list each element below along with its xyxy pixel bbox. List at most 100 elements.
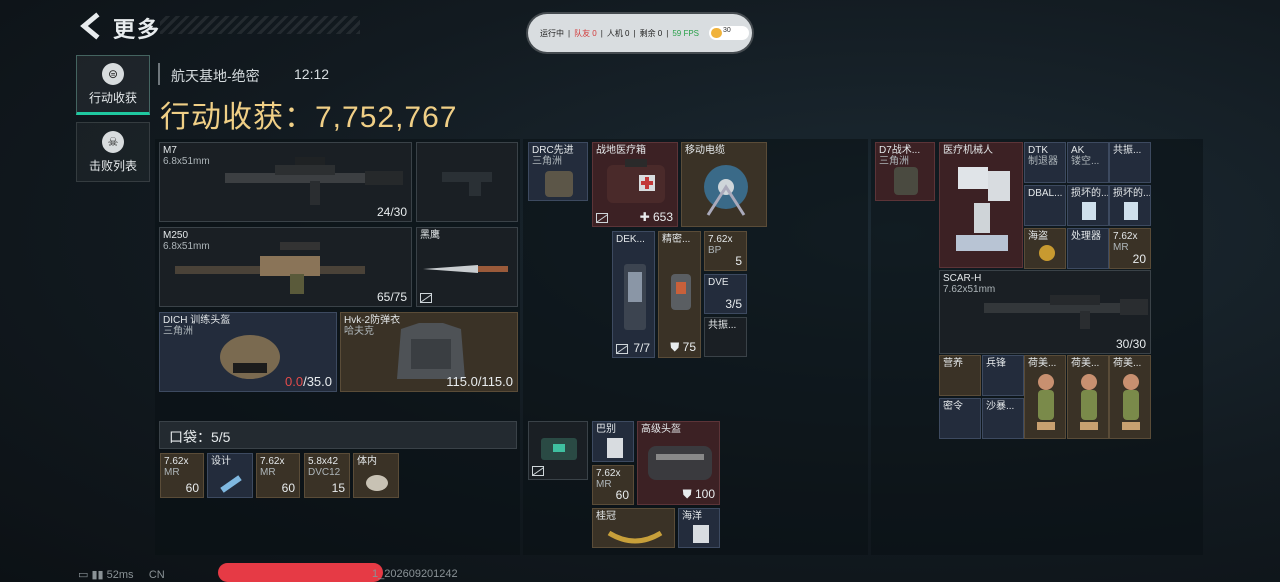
rig-scar-h[interactable]: SCAR-H 7.62x51mm 30/30	[939, 270, 1151, 354]
backpack-dve[interactable]: DVE 3/5	[704, 274, 747, 314]
figurine-icon	[1080, 374, 1098, 430]
item-name: 损坏的...	[1071, 188, 1109, 199]
backpack-dek[interactable]: DEK... 7/7	[612, 231, 655, 358]
item-name: 战地医疗箱	[596, 145, 646, 156]
backpack-medkit[interactable]: 战地医疗箱 ✚ 653	[592, 142, 678, 227]
shield-icon: ⛊	[682, 487, 695, 501]
item-sub: DVC12	[308, 467, 341, 478]
rig-hemei-1[interactable]: 荷美...	[1024, 355, 1066, 439]
item-sub: 镂空...	[1071, 156, 1100, 167]
battery-indicator: 30	[709, 26, 750, 40]
item-count: 60	[281, 481, 295, 495]
weapon-slot-m7[interactable]: M7 6.8x51mm 24/30	[159, 142, 412, 222]
shield-icon: ⛊	[670, 340, 683, 354]
rig-damaged-2[interactable]: 损坏的...	[1109, 185, 1151, 226]
header-decoration	[160, 16, 360, 34]
locked-icon	[420, 293, 432, 303]
harvest-total: 行动收获：7,752,767	[160, 92, 457, 136]
tab-harvest[interactable]: ⊜ 行动收获	[76, 55, 150, 115]
rig-ak[interactable]: AK 镂空...	[1067, 142, 1109, 183]
armor-slot[interactable]: Hvk-2防弹衣 哈夫克 115.0/115.0	[340, 312, 518, 392]
pocket-item-4[interactable]: 5.8x42 DVC12 15	[304, 453, 350, 498]
item-name: 海洋	[682, 511, 702, 522]
rig-dbal[interactable]: DBAL...	[1024, 185, 1066, 226]
backpack-helmet2[interactable]: 高级头盔 ⛊ 100	[637, 421, 720, 505]
coin-icon	[1039, 245, 1055, 261]
pocket-item-3[interactable]: 7.62x MR 60	[256, 453, 300, 498]
item-name: 黑鹰	[420, 230, 440, 241]
item-name: DVE	[708, 277, 729, 288]
rig-gongzhen[interactable]: 共振...	[1109, 142, 1151, 183]
rig-dtk[interactable]: DTK 制退器	[1024, 142, 1066, 183]
footer-ping: ▭ ▮▮ 52ms CN	[78, 568, 165, 581]
pocket-item-5[interactable]: 体内	[353, 453, 399, 498]
item-sub: MR	[596, 479, 612, 490]
backpack-resonance[interactable]: 共振...	[704, 317, 747, 357]
region-value: CN	[148, 569, 165, 581]
helmet-durability: 0.0/35.0	[285, 374, 332, 389]
pistol-silhouette-icon	[442, 172, 492, 196]
rig-medical-robot[interactable]: 医疗机械人	[939, 142, 1023, 268]
rig-hemei-2[interactable]: 荷美...	[1067, 355, 1109, 439]
backpack-case[interactable]	[528, 421, 588, 480]
robot-icon	[956, 167, 1010, 251]
status-running: 运行中	[540, 28, 564, 38]
item-name: 营养	[943, 358, 963, 369]
locked-icon	[616, 344, 628, 354]
rig-ammo-762[interactable]: 7.62x MR 20	[1109, 228, 1151, 269]
vest-icon	[894, 167, 918, 195]
item-name: 荷美...	[1028, 358, 1057, 369]
weapon-slot-m250[interactable]: M250 6.8x51mm 65/75	[159, 227, 412, 307]
rig-haidao[interactable]: 海盗	[1024, 228, 1066, 269]
rig-hemei-3[interactable]: 荷美...	[1109, 355, 1151, 439]
item-count: 20	[1132, 252, 1146, 266]
backpack-haiyang[interactable]: 海洋	[678, 508, 720, 548]
backpack-bar[interactable]: 巴别	[592, 421, 634, 462]
status-remaining: 剩余 0	[639, 28, 663, 38]
rig-miling[interactable]: 密令	[939, 398, 981, 439]
item-name: 7.62x	[1113, 231, 1138, 242]
item-name: 荷美...	[1113, 358, 1142, 369]
melee-slot-blackhawk[interactable]: 黑鹰	[416, 227, 518, 307]
item-sub: 制退器	[1028, 156, 1058, 167]
rig-damaged-1[interactable]: 损坏的...	[1067, 185, 1109, 226]
item-name: 共振...	[1113, 145, 1142, 156]
battery-small-icon: ▭ ▮▮	[78, 569, 107, 581]
rig-yingmei[interactable]: 营养	[939, 355, 981, 396]
rig-processor[interactable]: 处理器	[1067, 228, 1109, 269]
backpack-laurel[interactable]: 桂冠	[592, 508, 675, 548]
item-value: 3/5	[725, 297, 742, 311]
back-button[interactable]	[78, 12, 102, 40]
rig-d7[interactable]: D7战术... 三角洲	[875, 142, 935, 201]
card-icon	[1082, 202, 1096, 220]
item-name: 密令	[943, 401, 963, 412]
item-name: 处理器	[1071, 231, 1101, 242]
tab-kill-list[interactable]: ☠ 击败列表	[76, 122, 150, 182]
redacted-mark	[218, 563, 383, 582]
item-count: 15	[331, 481, 345, 495]
helmet-case-icon	[648, 446, 712, 480]
helmet-slot[interactable]: DICH 训练头盔 三角洲 0.0/35.0	[159, 312, 337, 392]
page-title: 更多	[113, 17, 162, 42]
item-name: SCAR-H	[943, 273, 982, 284]
battery-fill	[711, 28, 722, 38]
pocket-label: 口袋：5/5	[169, 427, 230, 447]
backpack-drc[interactable]: DRC先进 三角洲	[528, 142, 588, 201]
item-count: 60	[185, 481, 199, 495]
item-sub: 哈夫克	[344, 326, 374, 337]
status-fps: 59 FPS	[672, 28, 700, 38]
rig-bingfeng[interactable]: 兵锋	[982, 355, 1024, 396]
figurine-icon	[1122, 374, 1140, 430]
status-overlay: 运行中 | 队友 0 | 人机 0 | 剩余 0 | 59 FPS 30	[528, 14, 752, 52]
helmet2-value: 100	[694, 487, 715, 501]
locked-icon	[596, 213, 608, 223]
backpack-precision[interactable]: 精密... ⛊ 75	[658, 231, 701, 358]
backpack-ammo-762[interactable]: 7.62x BP 5	[704, 231, 747, 271]
backpack-cable-reel[interactable]: 移动电缆	[681, 142, 767, 227]
rig-shabao[interactable]: 沙暴...	[982, 398, 1024, 439]
backpack-ammo-762b[interactable]: 7.62x MR 60	[592, 465, 634, 505]
pocket-item-1[interactable]: 7.62x MR 60	[160, 453, 204, 498]
pistol-slot[interactable]	[416, 142, 518, 222]
pocket-item-2[interactable]: 设计	[207, 453, 253, 498]
item-count: 60	[615, 488, 629, 502]
